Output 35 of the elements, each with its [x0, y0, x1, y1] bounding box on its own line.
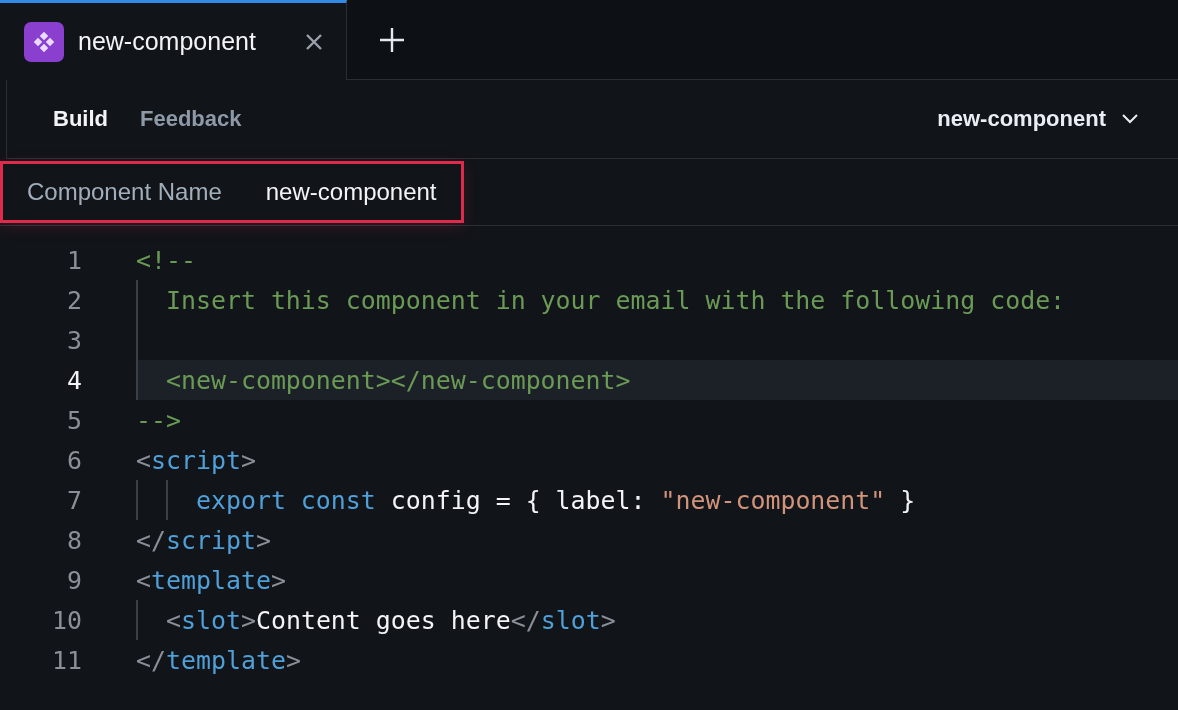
indent-guide	[136, 600, 138, 640]
code-line: <!--	[136, 245, 196, 275]
component-icon	[24, 21, 64, 62]
line-number: 10	[51, 605, 82, 635]
field-value: new-component	[265, 178, 437, 206]
mode-tab[interactable]: Build	[37, 100, 124, 138]
line-number: 6	[66, 445, 82, 475]
indent-guide	[136, 480, 138, 520]
line-number: 4	[66, 365, 82, 395]
code-line: export const config = { label: "new-component" }	[195, 485, 916, 515]
line-number: 2	[66, 285, 82, 315]
line-number: 1	[66, 245, 82, 275]
line-number: 3	[66, 325, 82, 355]
code-line: <slot>Content goes here</slot>	[166, 605, 616, 635]
line-number: 9	[66, 565, 82, 595]
line-number: 5	[66, 405, 82, 435]
code-line: </template>	[136, 645, 301, 675]
code-line: -->	[136, 405, 181, 435]
line-number: 7	[66, 485, 82, 515]
add-tab-icon[interactable]	[379, 26, 405, 53]
close-icon[interactable]	[304, 31, 324, 52]
code-line: </script>	[136, 525, 271, 555]
component-name-field[interactable]: Component Name new-component	[0, 161, 464, 223]
file-tab[interactable]: new-component	[0, 0, 347, 80]
chevron-down-icon	[1122, 114, 1138, 124]
code-line: <new-component></new-component>	[166, 365, 631, 395]
indent-guide	[166, 480, 168, 520]
code-line: Insert this component in your email with the following code:	[166, 285, 1066, 315]
code-line: <template>	[136, 565, 286, 595]
component-dropdown[interactable]: new-component	[931, 105, 1144, 133]
mode-tab[interactable]: Feedback	[124, 100, 258, 138]
line-number: 11	[51, 645, 82, 675]
code-line: <script>	[136, 445, 256, 475]
line-number: 8	[66, 525, 82, 555]
field-label: Component Name	[27, 178, 222, 206]
